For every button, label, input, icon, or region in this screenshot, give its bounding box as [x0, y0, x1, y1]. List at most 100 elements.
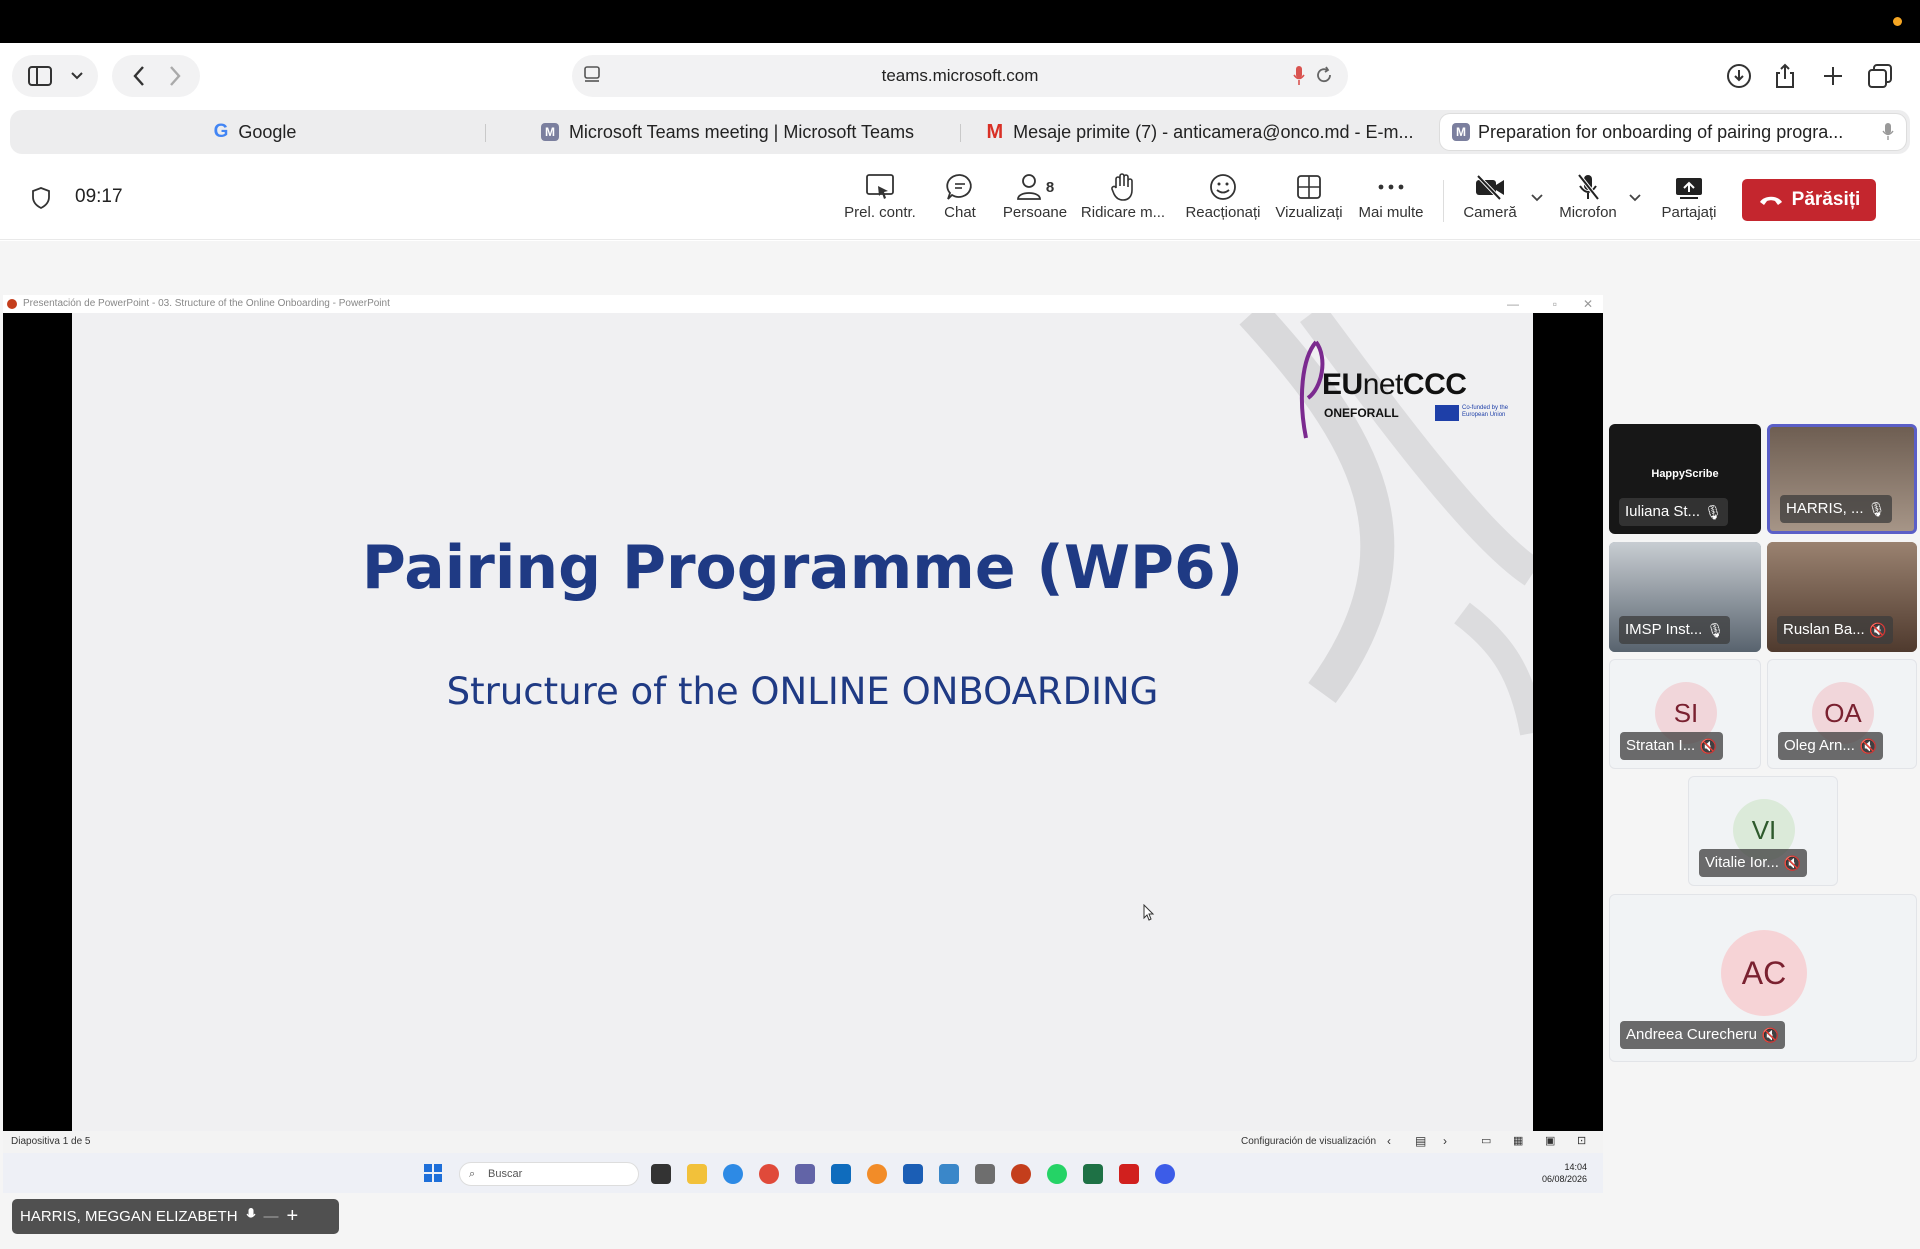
people-count: 8 [1045, 178, 1055, 196]
app-icon [1155, 1164, 1175, 1184]
teams-m-icon: M [540, 123, 559, 141]
shared-window-titlebar: Presentación de PowerPoint - 03. Structu… [3, 295, 1603, 313]
calculator-icon [975, 1164, 995, 1184]
tab-separator [960, 124, 961, 142]
word-icon [903, 1164, 923, 1184]
hand-icon [1077, 170, 1169, 204]
shared-screen: Presentación de PowerPoint - 03. Structu… [3, 295, 1603, 1193]
microphone-icon: 🎙 [1706, 622, 1725, 638]
google-icon: G [213, 121, 229, 142]
teams-app-icon [795, 1164, 815, 1184]
eu-flag-icon [1435, 405, 1459, 421]
tab-label: Google [238, 121, 297, 142]
reload-icon[interactable] [1314, 65, 1334, 90]
microphone-muted-icon: 🔇 [1761, 1027, 1779, 1043]
minimize-icon: — [1507, 297, 1519, 311]
participant-tile-active-speaker[interactable]: HARRIS, ... 🎙 [1767, 424, 1917, 534]
participant-tile[interactable]: HappyScribe Iuliana St... 🎙 [1609, 424, 1761, 534]
react-button[interactable]: Reacționați [1178, 170, 1268, 232]
more-button[interactable]: Mai multe [1346, 170, 1436, 232]
maximize-icon: ▫ [1552, 297, 1557, 311]
slide-title: Pairing Programme (WP6) [361, 533, 1244, 603]
participant-tile[interactable]: IMSP Inst... 🎙 [1609, 542, 1761, 652]
expand-icon[interactable]: + [287, 1205, 299, 1228]
hang-up-icon [1759, 196, 1782, 205]
sidebar-icon[interactable] [22, 55, 58, 97]
microphone-muted-icon: 🔇 [1699, 738, 1718, 754]
nav-group [112, 55, 200, 97]
more-dots-icon [1346, 170, 1436, 204]
mouse-cursor-icon [1143, 904, 1155, 921]
participant-tile[interactable]: OA Oleg Arn... 🔇 [1767, 659, 1917, 769]
microphone-icon[interactable] [1292, 65, 1306, 92]
tab-overview-icon[interactable] [1862, 55, 1898, 97]
control-share-button[interactable]: Prel. contr. [835, 170, 925, 232]
minimize-icon[interactable]: — [264, 1208, 279, 1225]
normal-view-icon: ▭ [1481, 1135, 1492, 1147]
tab-label: Preparation for onboarding of pairing pr… [1478, 121, 1844, 142]
chevron-down-icon[interactable] [62, 55, 92, 97]
excel-icon [1083, 1164, 1103, 1184]
download-icon[interactable] [1722, 55, 1756, 97]
toolbar-divider [1443, 180, 1444, 222]
tab-gmail[interactable]: M Mesaje primite (7) - anticamera@onco.m… [965, 114, 1435, 150]
microphone-icon: 🎙 [1704, 504, 1723, 520]
system-bar [0, 0, 1920, 43]
snipping-icon [939, 1164, 959, 1184]
avatar: AC [1721, 930, 1807, 1016]
gmail-icon: M [986, 120, 1004, 143]
raise-hand-button[interactable]: Ridicare m... [1077, 170, 1169, 232]
participant-tile-self[interactable]: AC Andreea Curecheru 🔇 [1609, 894, 1917, 1062]
people-button[interactable]: 8 Persoane [990, 170, 1080, 232]
search-icon: ⌕ [469, 1168, 476, 1180]
leave-button[interactable]: Părăsiți [1742, 179, 1876, 221]
tab-bar: G Google M Microsoft Teams meeting | Mic… [10, 110, 1910, 154]
browser-toolbar: teams.microsoft.com [0, 43, 1920, 109]
acrobat-icon [1119, 1164, 1139, 1184]
tab-google[interactable]: G Google [20, 114, 490, 150]
microphone-off-icon [1543, 170, 1633, 204]
powerpoint-icon [7, 299, 17, 309]
forward-icon[interactable] [158, 55, 192, 97]
people-icon: 8 [990, 170, 1080, 204]
screen-pointer-icon [835, 170, 925, 204]
slideshow-icon: ⊡ [1577, 1135, 1587, 1147]
share-screen-button[interactable]: Partajați [1644, 170, 1734, 232]
address-bar[interactable]: teams.microsoft.com [572, 55, 1348, 97]
mic-options-chevron-icon[interactable] [1628, 190, 1642, 206]
meeting-timer: 09:17 [75, 186, 123, 207]
tab-label: Mesaje primite (7) - anticamera@onco.md … [1013, 121, 1414, 142]
windows-start-icon [424, 1164, 442, 1182]
microphone-icon: 🎙 [1867, 501, 1886, 517]
share-icon[interactable] [1768, 55, 1802, 97]
task-view-icon [651, 1164, 671, 1184]
microphone-button[interactable]: Microfon [1543, 170, 1633, 232]
tab-active-preparation[interactable]: M Preparation for onboarding of pairing … [1440, 114, 1906, 150]
reading-view-icon: ▣ [1545, 1135, 1556, 1147]
microphone-icon [246, 1207, 256, 1227]
recording-indicator-dot [1893, 17, 1902, 26]
participant-tile[interactable]: Ruslan Ba... 🔇 [1767, 542, 1917, 652]
chrome-icon [759, 1164, 779, 1184]
camera-options-chevron-icon[interactable] [1530, 190, 1544, 206]
next-slide-icon: › [1443, 1134, 1447, 1148]
teams-m-icon: M [1452, 123, 1470, 141]
tab-teams-meeting[interactable]: M Microsoft Teams meeting | Microsoft Te… [490, 114, 965, 150]
shield-icon [30, 186, 52, 210]
sorter-view-icon: ▦ [1513, 1135, 1524, 1147]
taskbar-clock: 14:04 06/08/2026 [1541, 1162, 1587, 1184]
participant-tile[interactable]: SI Stratan I... 🔇 [1609, 659, 1761, 769]
prev-slide-icon: ‹ [1387, 1134, 1391, 1148]
camera-button[interactable]: Cameră [1445, 170, 1535, 232]
participant-tile[interactable]: VI Vitalie Ior... 🔇 [1688, 776, 1838, 886]
microphone-muted-icon: 🔇 [1783, 855, 1801, 871]
tab-separator [485, 124, 486, 142]
slide-subtitle: Structure of the ONLINE ONBOARDING [446, 670, 1159, 713]
edge-icon [723, 1164, 743, 1184]
camera-off-icon [1445, 170, 1535, 204]
sidebar-toggle-group[interactable] [12, 55, 98, 97]
new-tab-icon[interactable] [1816, 55, 1850, 97]
back-icon[interactable] [122, 55, 156, 97]
view-button[interactable]: Vizualizați [1264, 170, 1354, 232]
powerpoint-app-icon [1011, 1164, 1031, 1184]
